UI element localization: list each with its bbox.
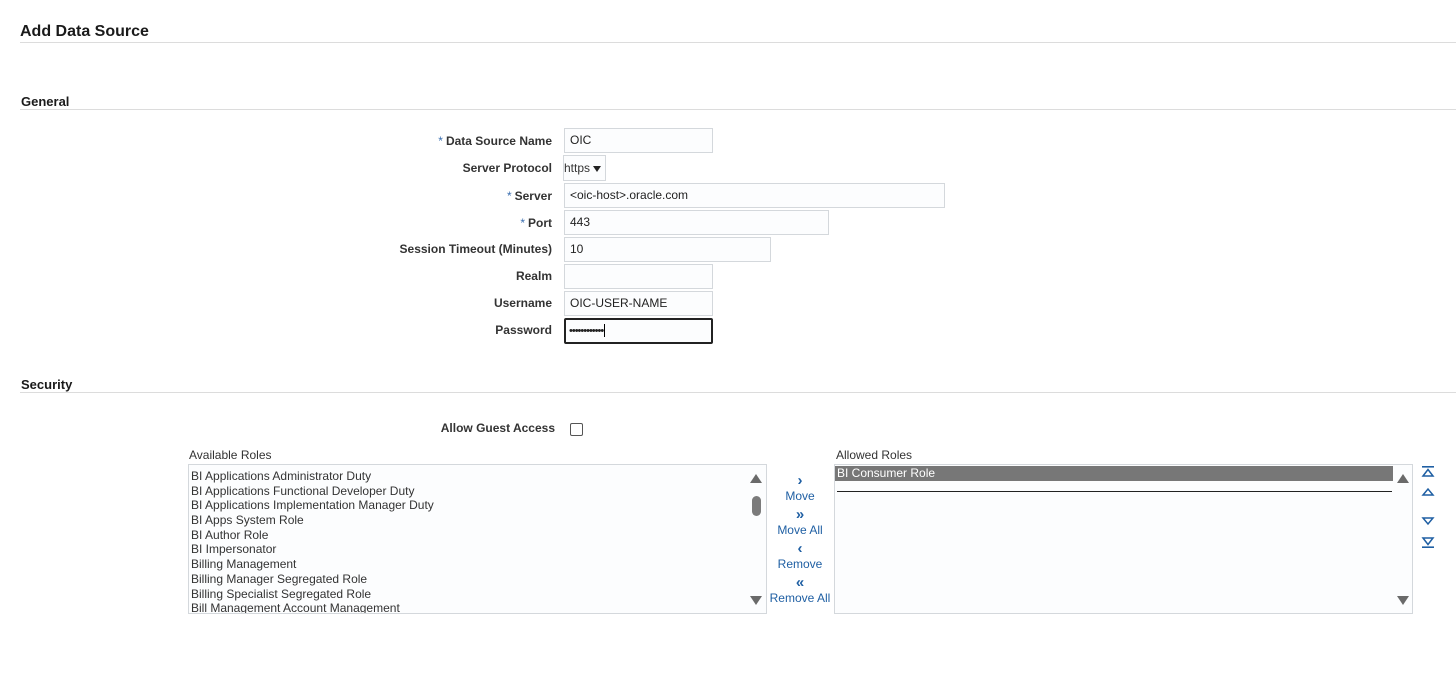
server-input[interactable]: <oic-host>.oracle.com — [564, 183, 945, 208]
list-separator — [837, 491, 1392, 492]
username-input[interactable]: OIC-USER-NAME — [564, 291, 713, 316]
realm-label: Realm — [515, 269, 552, 283]
list-item-selected[interactable]: BI Consumer Role — [835, 466, 1393, 481]
username-label: Username — [493, 296, 552, 310]
move-button[interactable]: › Move — [768, 472, 832, 504]
scrollbar-thumb[interactable] — [752, 496, 761, 516]
server-protocol-select[interactable]: https — [563, 155, 606, 181]
chevron-right-icon: › — [797, 472, 803, 489]
move-to-top-icon[interactable] — [1421, 465, 1435, 479]
general-divider — [20, 109, 1456, 110]
move-down-icon[interactable] — [1421, 514, 1435, 528]
realm-input[interactable] — [564, 264, 713, 289]
scroll-down-icon[interactable] — [750, 596, 762, 605]
allow-guest-access-checkbox[interactable] — [570, 423, 583, 436]
chevron-left-icon: ‹ — [797, 540, 803, 557]
required-marker: * — [506, 189, 512, 203]
list-item[interactable]: BI Impersonator — [189, 542, 766, 557]
general-section-title: General — [21, 94, 70, 109]
available-roles-caption: Available Roles — [189, 448, 272, 462]
security-divider — [20, 392, 1456, 393]
list-item[interactable]: BI Applications Functional Developer Dut… — [189, 484, 766, 499]
port-input[interactable]: 443 — [564, 210, 829, 235]
server-label: * Server — [506, 189, 552, 203]
scroll-up-icon[interactable] — [1397, 474, 1409, 483]
password-input[interactable]: •••••••••••• — [564, 318, 713, 344]
security-section-title: Security — [21, 377, 73, 392]
allow-guest-access-label: Allow Guest Access — [440, 421, 555, 435]
list-item[interactable]: Billing Manager Segregated Role — [189, 572, 766, 587]
double-chevron-left-icon: « — [795, 574, 805, 591]
port-label: * Port — [520, 216, 552, 230]
required-marker: * — [438, 134, 443, 148]
page-title: Add Data Source — [20, 23, 149, 40]
session-timeout-label: Session Timeout (Minutes) — [399, 242, 552, 256]
move-to-bottom-icon[interactable] — [1421, 535, 1435, 549]
server-protocol-label: Server Protocol — [462, 161, 552, 175]
list-item[interactable]: BI Applications Implementation Manager D… — [189, 498, 766, 513]
list-item[interactable]: Bill Management Account Management — [189, 601, 766, 613]
data-source-name-label: * Data Source Name — [438, 134, 552, 148]
dropdown-arrow-icon — [593, 165, 602, 172]
text-caret — [604, 324, 606, 338]
list-item[interactable]: BI Apps System Role — [189, 513, 766, 528]
remove-button[interactable]: ‹ Remove — [768, 540, 832, 572]
move-up-icon[interactable] — [1421, 485, 1435, 499]
available-roles-list[interactable]: BI Applications Administrator Duty BI Ap… — [188, 464, 767, 614]
list-item[interactable]: Billing Specialist Segregated Role — [189, 587, 766, 602]
required-marker: * — [520, 216, 525, 230]
list-item[interactable]: Billing Management — [189, 557, 766, 572]
allowed-roles-caption: Allowed Roles — [836, 448, 913, 462]
title-divider — [20, 42, 1456, 43]
allowed-roles-list[interactable]: BI Consumer Role — [834, 464, 1413, 614]
remove-all-button[interactable]: « Remove All — [768, 574, 832, 606]
session-timeout-input[interactable]: 10 — [564, 237, 771, 262]
password-label: Password — [495, 323, 552, 337]
list-item[interactable]: BI Author Role — [189, 528, 766, 543]
list-item[interactable]: BI Applications Administrator Duty — [189, 469, 766, 484]
scroll-down-icon[interactable] — [1397, 596, 1409, 605]
double-chevron-right-icon: » — [795, 506, 805, 523]
scroll-up-icon[interactable] — [750, 474, 762, 483]
move-all-button[interactable]: » Move All — [768, 506, 832, 538]
data-source-name-input[interactable]: OIC — [564, 128, 713, 153]
